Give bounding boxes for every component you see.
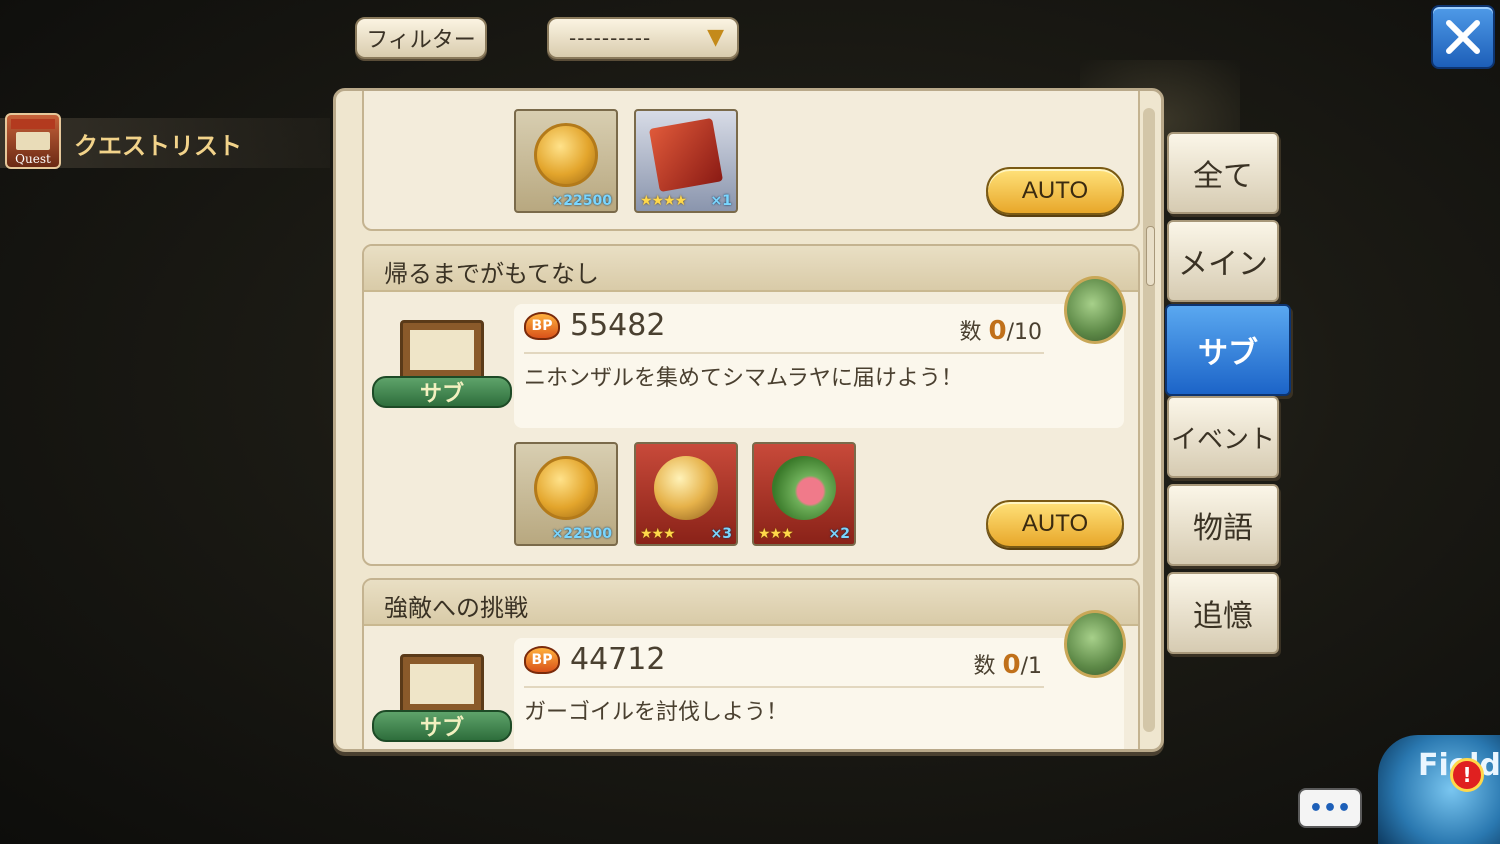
divider xyxy=(524,352,1044,354)
count-current: 0 xyxy=(1002,650,1021,680)
orb-icon xyxy=(654,456,718,520)
auto-button-label: AUTO xyxy=(1021,510,1089,537)
tab-label: メイン xyxy=(1178,247,1268,282)
bp-value: 55482 xyxy=(570,308,666,343)
chat-button[interactable]: ••• xyxy=(1298,788,1362,828)
coin-icon xyxy=(534,456,598,520)
bp-icon: BP xyxy=(524,312,560,340)
auto-button-label: AUTO xyxy=(1021,177,1089,204)
count-current: 0 xyxy=(988,316,1007,346)
scrollbar[interactable] xyxy=(1143,108,1155,732)
quest-title: 強敵への挑戦 xyxy=(384,594,528,622)
reward-stars: ★★★ xyxy=(758,526,794,542)
quest-icon-label: Quest xyxy=(15,152,51,166)
tab-story[interactable]: 物語 xyxy=(1167,484,1279,566)
quest-card: 帰るまでがもてなし サブ BP 55482 数 0/10 ニホンザルを集めてシマ… xyxy=(362,244,1140,566)
quest-icon: Quest xyxy=(5,113,61,169)
quest-title: 帰るまでがもてなし xyxy=(384,260,600,288)
chat-icon: ••• xyxy=(1308,795,1352,821)
quest-giver-icon xyxy=(1064,610,1126,678)
reward-qty: ×2 xyxy=(828,526,850,542)
quest-description: ガーゴイルを討伐しよう！ xyxy=(524,700,789,725)
reward-qty: ×3 xyxy=(710,526,732,542)
reward-item[interactable]: ★★★ ×3 xyxy=(634,442,738,546)
tab-main[interactable]: メイン xyxy=(1167,220,1279,302)
count-prefix: 数 xyxy=(959,320,982,345)
quest-list-title: クエストリスト xyxy=(74,132,242,160)
tab-label: 追憶 xyxy=(1193,599,1253,634)
reward-qty: ×1 xyxy=(710,193,732,209)
count-total: /1 xyxy=(1020,654,1042,679)
auto-button[interactable]: AUTO xyxy=(986,167,1124,215)
tab-label: 全て xyxy=(1193,159,1253,194)
quest-card-header: 帰るまでがもてなし xyxy=(364,246,1138,292)
quest-count: 数 0/1 xyxy=(973,648,1042,680)
auto-button[interactable]: AUTO xyxy=(986,500,1124,548)
quest-type-ribbon: サブ xyxy=(372,376,512,408)
reward-item[interactable]: ×22500 xyxy=(514,442,618,546)
tab-label: イベント xyxy=(1170,424,1275,455)
quest-info: BP 44712 数 0/1 ガーゴイルを討伐しよう！ xyxy=(514,638,1124,749)
quest-info: BP 55482 数 0/10 ニホンザルを集めてシマムラヤに届けよう！ xyxy=(514,304,1124,428)
reward-qty: ×22500 xyxy=(551,193,612,209)
chevron-down-icon: ▼ xyxy=(707,25,725,50)
tab-label: 物語 xyxy=(1193,511,1253,546)
quest-description: ニホンザルを集めてシマムラヤに届けよう！ xyxy=(524,366,963,391)
filter-button[interactable]: フィルター xyxy=(355,17,487,59)
bp-icon: BP xyxy=(524,646,560,674)
reward-stars: ★★★ xyxy=(640,526,676,542)
quest-card-header: 強敵への挑戦 xyxy=(364,580,1138,626)
alert-icon: ! xyxy=(1450,758,1484,792)
reward-item[interactable]: ★★★ ×2 xyxy=(752,442,856,546)
filter-select-value: ---------- xyxy=(569,26,652,50)
quest-card: 強敵への挑戦 サブ BP 44712 数 0/1 ガーゴイルを討伐しよう！ xyxy=(362,578,1140,749)
tab-sub[interactable]: サブ xyxy=(1165,304,1291,396)
coin-icon xyxy=(534,123,598,187)
reward-qty: ×22500 xyxy=(551,526,612,542)
filter-button-label: フィルター xyxy=(366,28,476,53)
quest-giver-icon xyxy=(1064,276,1126,344)
tab-label: サブ xyxy=(1198,336,1258,371)
tab-memory[interactable]: 追憶 xyxy=(1167,572,1279,654)
divider xyxy=(524,686,1044,688)
reward-item[interactable]: ×22500 xyxy=(514,109,618,213)
quest-count: 数 0/10 xyxy=(959,314,1042,346)
tab-event[interactable]: イベント xyxy=(1167,396,1279,478)
quest-board-icon: サブ xyxy=(372,320,512,430)
bp-value: 44712 xyxy=(570,642,666,677)
guava-icon xyxy=(772,456,836,520)
tab-all[interactable]: 全て xyxy=(1167,132,1279,214)
quest-board-icon: サブ xyxy=(372,654,512,749)
reward-stars: ★★★★ xyxy=(640,193,687,209)
quest-list-panel: ×22500 ★★★★ ×1 AUTO 帰るまでがもてなし サブ BP 5548… xyxy=(333,88,1164,752)
quest-type-ribbon: サブ xyxy=(372,710,512,742)
count-total: /10 xyxy=(1006,320,1042,345)
filter-select[interactable]: ---------- ▼ xyxy=(547,17,739,59)
quest-card: ×22500 ★★★★ ×1 AUTO xyxy=(362,91,1140,231)
close-button[interactable] xyxy=(1431,5,1495,69)
scrollbar-thumb[interactable] xyxy=(1146,226,1155,286)
close-icon xyxy=(1446,20,1480,54)
count-prefix: 数 xyxy=(973,654,996,679)
reward-item[interactable]: ★★★★ ×1 xyxy=(634,109,738,213)
book-icon xyxy=(648,117,724,193)
